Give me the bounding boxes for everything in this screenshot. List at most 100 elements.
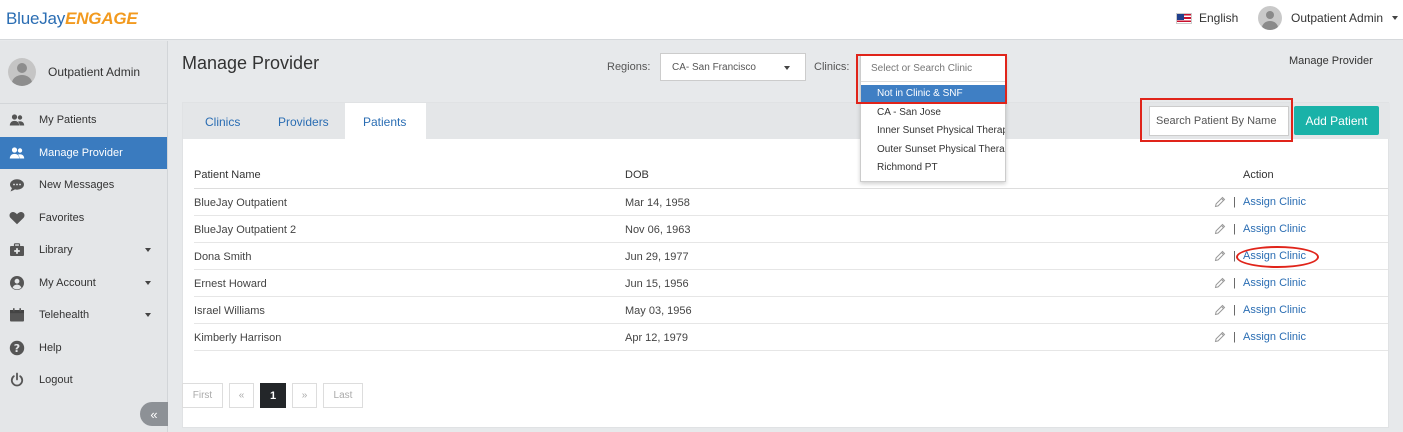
tab-clinics[interactable]: Clinics — [183, 103, 263, 139]
chat-bubble-icon — [8, 177, 26, 193]
column-header-patient-name: Patient Name — [194, 169, 261, 181]
sidebar-user: Outpatient Admin — [0, 41, 167, 104]
us-flag-icon — [1176, 12, 1192, 24]
sidebar-item-help[interactable]: ? Help — [0, 332, 167, 365]
clinic-option[interactable]: Outer Sunset Physical Therapy — [861, 141, 1005, 160]
add-patient-button[interactable]: Add Patient — [1294, 106, 1379, 135]
chevron-down-icon — [145, 280, 151, 285]
patient-name: Dona Smith — [194, 251, 252, 263]
regions-select-value: CA- San Francisco — [672, 62, 756, 73]
pagination-page-current[interactable]: 1 — [260, 383, 286, 408]
user-circle-icon — [8, 275, 26, 291]
patient-name: Kimberly Harrison — [194, 332, 282, 344]
page-title: Manage Provider — [182, 53, 320, 73]
assign-clinic-link[interactable]: Assign Clinic — [1243, 250, 1306, 262]
clinic-search-input[interactable]: Select or Search Clinic — [861, 56, 1005, 82]
user-menu[interactable]: Outpatient Admin — [1258, 6, 1399, 30]
table-header: Patient Name DOB Action — [194, 161, 1388, 189]
table-row: Kimberly Harrison Apr 12, 1979 | Assign … — [194, 324, 1388, 351]
sidebar-item-new-messages[interactable]: New Messages — [0, 169, 167, 202]
table-row: Israel Williams May 03, 1956 | Assign Cl… — [194, 297, 1388, 324]
column-header-action: Action — [1243, 169, 1274, 181]
regions-select[interactable]: CA- San Francisco — [660, 53, 806, 81]
sidebar-item-my-account[interactable]: My Account — [0, 267, 167, 300]
assign-clinic-link[interactable]: Assign Clinic — [1243, 277, 1306, 289]
action-separator: | — [1233, 331, 1236, 343]
chevron-down-icon — [145, 313, 151, 317]
tab-patients[interactable]: Patients — [345, 103, 426, 139]
users-icon — [8, 145, 26, 161]
top-bar: BlueJayENGAGE English Outpatient Admin — [0, 0, 1403, 40]
sidebar-item-logout[interactable]: Logout — [0, 364, 167, 397]
calendar-icon — [8, 307, 26, 323]
patient-dob: Nov 06, 1963 — [625, 224, 691, 236]
manage-provider-label: Manage Provider — [1289, 55, 1373, 67]
action-separator: | — [1233, 196, 1236, 208]
avatar — [1258, 6, 1282, 30]
patient-name: Israel Williams — [194, 305, 265, 317]
patient-name: Ernest Howard — [194, 278, 267, 290]
help-icon: ? — [8, 340, 26, 356]
pagination-next[interactable]: » — [292, 383, 317, 408]
language-label: English — [1199, 11, 1239, 25]
language-selector[interactable]: English — [1176, 11, 1238, 25]
action-separator: | — [1233, 223, 1236, 235]
action-separator: | — [1233, 277, 1236, 289]
clinic-options: Not in Clinic & SNF CA - San Jose Inner … — [861, 82, 1005, 178]
sidebar-user-name: Outpatient Admin — [48, 65, 141, 79]
action-separator: | — [1233, 304, 1236, 316]
clinic-option[interactable]: Richmond PT — [861, 159, 1005, 178]
pencil-icon[interactable] — [1214, 250, 1226, 262]
patient-dob: Jun 29, 1977 — [625, 251, 689, 263]
assign-clinic-link[interactable]: Assign Clinic — [1243, 196, 1306, 208]
assign-clinic-link[interactable]: Assign Clinic — [1243, 304, 1306, 316]
pencil-icon[interactable] — [1214, 277, 1226, 289]
chevron-down-icon — [1392, 16, 1399, 20]
sidebar-item-favorites[interactable]: Favorites — [0, 202, 167, 235]
power-icon — [8, 372, 26, 388]
patient-name: BlueJay Outpatient — [194, 197, 287, 209]
sidebar: Outpatient Admin My Patients Manage Prov… — [0, 41, 168, 432]
regions-label: Regions: — [607, 61, 651, 73]
pencil-icon[interactable] — [1214, 331, 1226, 343]
assign-clinic-link[interactable]: Assign Clinic — [1243, 223, 1306, 235]
clinics-dropdown[interactable]: Select or Search Clinic Not in Clinic & … — [860, 55, 1006, 182]
chevron-down-icon — [145, 248, 151, 252]
patient-dob: Mar 14, 1958 — [625, 197, 690, 209]
double-chevron-left-icon: « — [150, 406, 158, 422]
clinic-option[interactable]: Not in Clinic & SNF — [861, 85, 1005, 104]
pencil-icon[interactable] — [1214, 223, 1226, 235]
pagination-prev[interactable]: « — [229, 383, 254, 408]
pagination-first[interactable]: First — [182, 383, 223, 408]
column-header-dob: DOB — [625, 169, 649, 181]
sidebar-item-telehealth[interactable]: Telehealth — [0, 299, 167, 332]
patient-name: BlueJay Outpatient 2 — [194, 224, 297, 236]
search-placeholder: Search Patient By Name — [1156, 115, 1277, 127]
pagination-last[interactable]: Last — [323, 383, 363, 408]
clinics-label: Clinics: — [814, 61, 850, 73]
avatar — [8, 58, 36, 86]
heart-icon — [8, 210, 26, 226]
bluejay-logo[interactable]: BlueJayENGAGE — [6, 9, 138, 29]
sidebar-item-manage-provider[interactable]: Manage Provider — [0, 136, 167, 169]
sidebar-item-library[interactable]: Library — [0, 234, 167, 267]
table-row: Dona Smith Jun 29, 1977 | Assign Clinic — [194, 243, 1388, 270]
tab-providers[interactable]: Providers — [263, 103, 345, 139]
clinic-option[interactable]: CA - San Jose — [861, 104, 1005, 123]
table-row: Ernest Howard Jun 15, 1956 | Assign Clin… — [194, 270, 1388, 297]
action-separator: | — [1233, 250, 1236, 262]
pagination: First « 1 » Last — [182, 383, 363, 408]
patient-dob: May 03, 1956 — [625, 305, 692, 317]
pencil-icon[interactable] — [1214, 196, 1226, 208]
patient-dob: Jun 15, 1956 — [625, 278, 689, 290]
assign-clinic-link[interactable]: Assign Clinic — [1243, 331, 1306, 343]
search-patient-input[interactable]: Search Patient By Name — [1149, 106, 1289, 136]
svg-text:?: ? — [14, 342, 20, 355]
clinic-option[interactable]: Inner Sunset Physical Therapy — [861, 122, 1005, 141]
sidebar-collapse-button[interactable]: « — [140, 402, 168, 426]
medical-kit-icon — [8, 242, 26, 258]
table-row: BlueJay Outpatient 2 Nov 06, 1963 | Assi… — [194, 216, 1388, 243]
pencil-icon[interactable] — [1214, 304, 1226, 316]
sidebar-item-my-patients[interactable]: My Patients — [0, 104, 167, 137]
sidebar-nav: My Patients Manage Provider New Messages… — [0, 104, 167, 397]
